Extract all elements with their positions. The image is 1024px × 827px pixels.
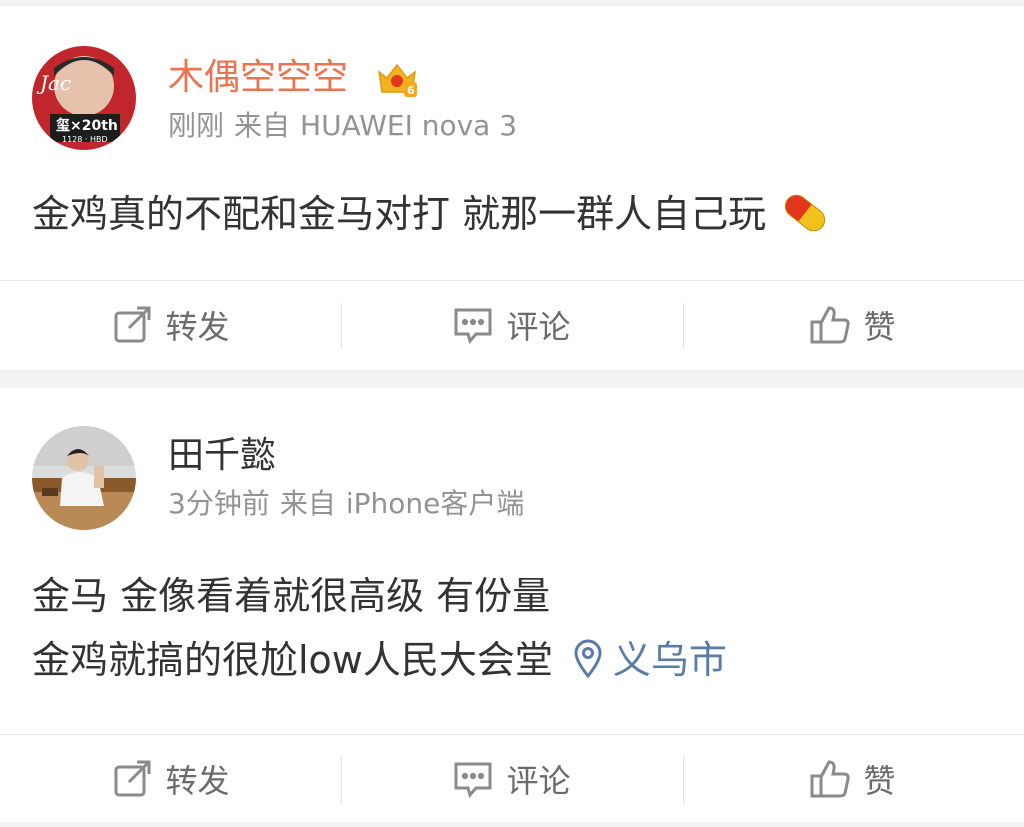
post-text-line-row: 金鸡就搞的很尬low人民大会堂 义乌市: [32, 628, 727, 692]
weibo-feed: Jac 玺×20th 1128 · HBD 木偶空空空 6 刚刚 来自 HUAWEI…: [0, 0, 1024, 827]
like-label: 赞: [863, 762, 896, 800]
username[interactable]: 田千懿: [168, 434, 276, 478]
repost-icon: [114, 306, 151, 343]
like-icon: [810, 306, 851, 344]
avatar-text: Jac: [36, 71, 71, 95]
comment-label: 评论: [506, 762, 571, 800]
like-button[interactable]: 赞: [682, 735, 1023, 823]
divider: [683, 303, 684, 349]
location-label: 义乌市: [612, 638, 727, 682]
post-card: Jac 玺×20th 1128 · HBD 木偶空空空 6 刚刚 来自 HUAWEI…: [0, 6, 1024, 370]
repost-label: 转发: [165, 308, 230, 346]
avatar-text: 玺×20th: [56, 117, 118, 134]
like-icon: [810, 760, 851, 798]
post-source: iPhone客户端: [345, 487, 525, 520]
location-link[interactable]: 义乌市: [573, 638, 727, 682]
divider: [341, 303, 342, 349]
divider: [341, 757, 342, 803]
action-bar: 转发 评论 赞: [0, 280, 1024, 369]
comment-button[interactable]: 评论: [341, 281, 682, 369]
post-time: 3分钟前: [168, 487, 270, 520]
repost-button[interactable]: 转发: [0, 735, 341, 823]
vip-level: 6: [407, 84, 415, 97]
avatar-text: 1128 · HBD: [62, 135, 108, 144]
post-text-line: 金马 金像看着就很高级 有份量: [32, 574, 551, 618]
source-prefix: 来自: [234, 109, 291, 142]
repost-icon: [114, 760, 151, 797]
location-pin-icon: [574, 639, 602, 678]
post-card: 田千懿 3分钟前 来自 iPhone客户端 金马 金像看着就很高级 有份量 金鸡就搞…: [0, 388, 1024, 822]
post-meta: 3分钟前 来自 iPhone客户端: [168, 486, 524, 522]
comment-icon: [454, 762, 492, 799]
comment-button[interactable]: 评论: [341, 735, 682, 823]
action-bar: 转发 评论 赞: [0, 734, 1024, 823]
avatar[interactable]: [32, 426, 136, 530]
like-label: 赞: [863, 308, 896, 346]
post-content: 金马 金像看着就很高级 有份量 金鸡就搞的很尬low人民大会堂 义乌市: [32, 564, 727, 692]
avatar[interactable]: Jac 玺×20th 1128 · HBD: [32, 46, 136, 150]
post-meta: 刚刚 来自 HUAWEI nova 3: [168, 108, 517, 144]
source-prefix: 来自: [279, 487, 336, 520]
post-content: 金鸡真的不配和金马对打 就那一群人自己玩: [32, 182, 830, 246]
divider: [683, 757, 684, 803]
post-source: HUAWEI nova 3: [300, 109, 518, 142]
comment-icon: [454, 308, 492, 345]
comment-label: 评论: [506, 308, 571, 346]
like-button[interactable]: 赞: [682, 281, 1023, 369]
repost-button[interactable]: 转发: [0, 281, 341, 369]
post-time: 刚刚: [168, 109, 225, 142]
post-text-line: 金鸡真的不配和金马对打 就那一群人自己玩: [32, 192, 767, 236]
username[interactable]: 木偶空空空: [168, 56, 348, 100]
vip-crown-icon: 6: [377, 63, 417, 97]
pill-emoji: [784, 194, 826, 231]
post-text-line: 金鸡就搞的很尬low人民大会堂: [32, 638, 553, 682]
repost-label: 转发: [165, 762, 230, 800]
